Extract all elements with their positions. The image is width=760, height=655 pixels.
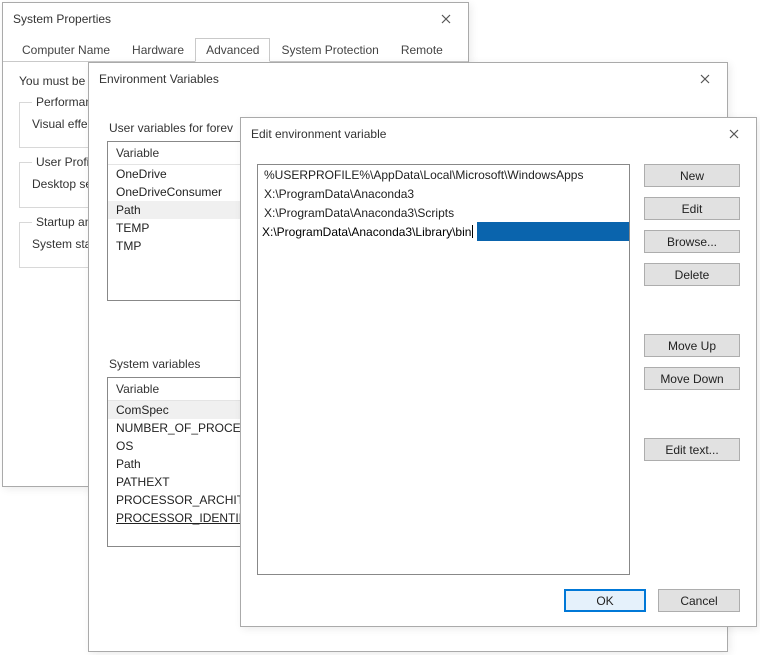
list-item[interactable]: X:\ProgramData\Anaconda3\Scripts bbox=[258, 203, 629, 222]
tab-computer-name[interactable]: Computer Name bbox=[11, 38, 121, 62]
tab-remote[interactable]: Remote bbox=[390, 38, 454, 62]
edit-text-button[interactable]: Edit text... bbox=[644, 438, 740, 461]
delete-button[interactable]: Delete bbox=[644, 263, 740, 286]
titlebar: System Properties bbox=[3, 3, 468, 35]
dialog-title: System Properties bbox=[13, 12, 111, 26]
titlebar: Edit environment variable bbox=[241, 118, 756, 150]
edit-button[interactable]: Edit bbox=[644, 197, 740, 220]
close-icon[interactable] bbox=[432, 9, 460, 29]
list-item[interactable]: X:\ProgramData\Anaconda3 bbox=[258, 184, 629, 203]
close-icon[interactable] bbox=[720, 124, 748, 144]
dialog-title: Edit environment variable bbox=[251, 127, 386, 141]
list-item-editing[interactable]: X:\ProgramData\Anaconda3\Library\bin bbox=[258, 222, 629, 241]
side-buttons: New Edit Browse... Delete Move Up Move D… bbox=[644, 164, 740, 575]
new-button[interactable]: New bbox=[644, 164, 740, 187]
edit-input[interactable]: X:\ProgramData\Anaconda3\Library\bin bbox=[262, 225, 471, 239]
move-down-button[interactable]: Move Down bbox=[644, 367, 740, 390]
move-up-button[interactable]: Move Up bbox=[644, 334, 740, 357]
tab-hardware[interactable]: Hardware bbox=[121, 38, 195, 62]
ok-button[interactable]: OK bbox=[564, 589, 646, 612]
titlebar: Environment Variables bbox=[89, 63, 727, 95]
tab-system-protection[interactable]: System Protection bbox=[270, 38, 389, 62]
text-cursor bbox=[472, 225, 473, 238]
edit-environment-variable-dialog: Edit environment variable %USERPROFILE%\… bbox=[240, 117, 757, 627]
cancel-button[interactable]: Cancel bbox=[658, 589, 740, 612]
tabs: Computer Name Hardware Advanced System P… bbox=[3, 37, 468, 62]
path-entries-list[interactable]: %USERPROFILE%\AppData\Local\Microsoft\Wi… bbox=[257, 164, 630, 575]
list-item[interactable]: %USERPROFILE%\AppData\Local\Microsoft\Wi… bbox=[258, 165, 629, 184]
browse-button[interactable]: Browse... bbox=[644, 230, 740, 253]
tab-advanced[interactable]: Advanced bbox=[195, 38, 270, 62]
close-icon[interactable] bbox=[691, 69, 719, 89]
dialog-title: Environment Variables bbox=[99, 72, 219, 86]
